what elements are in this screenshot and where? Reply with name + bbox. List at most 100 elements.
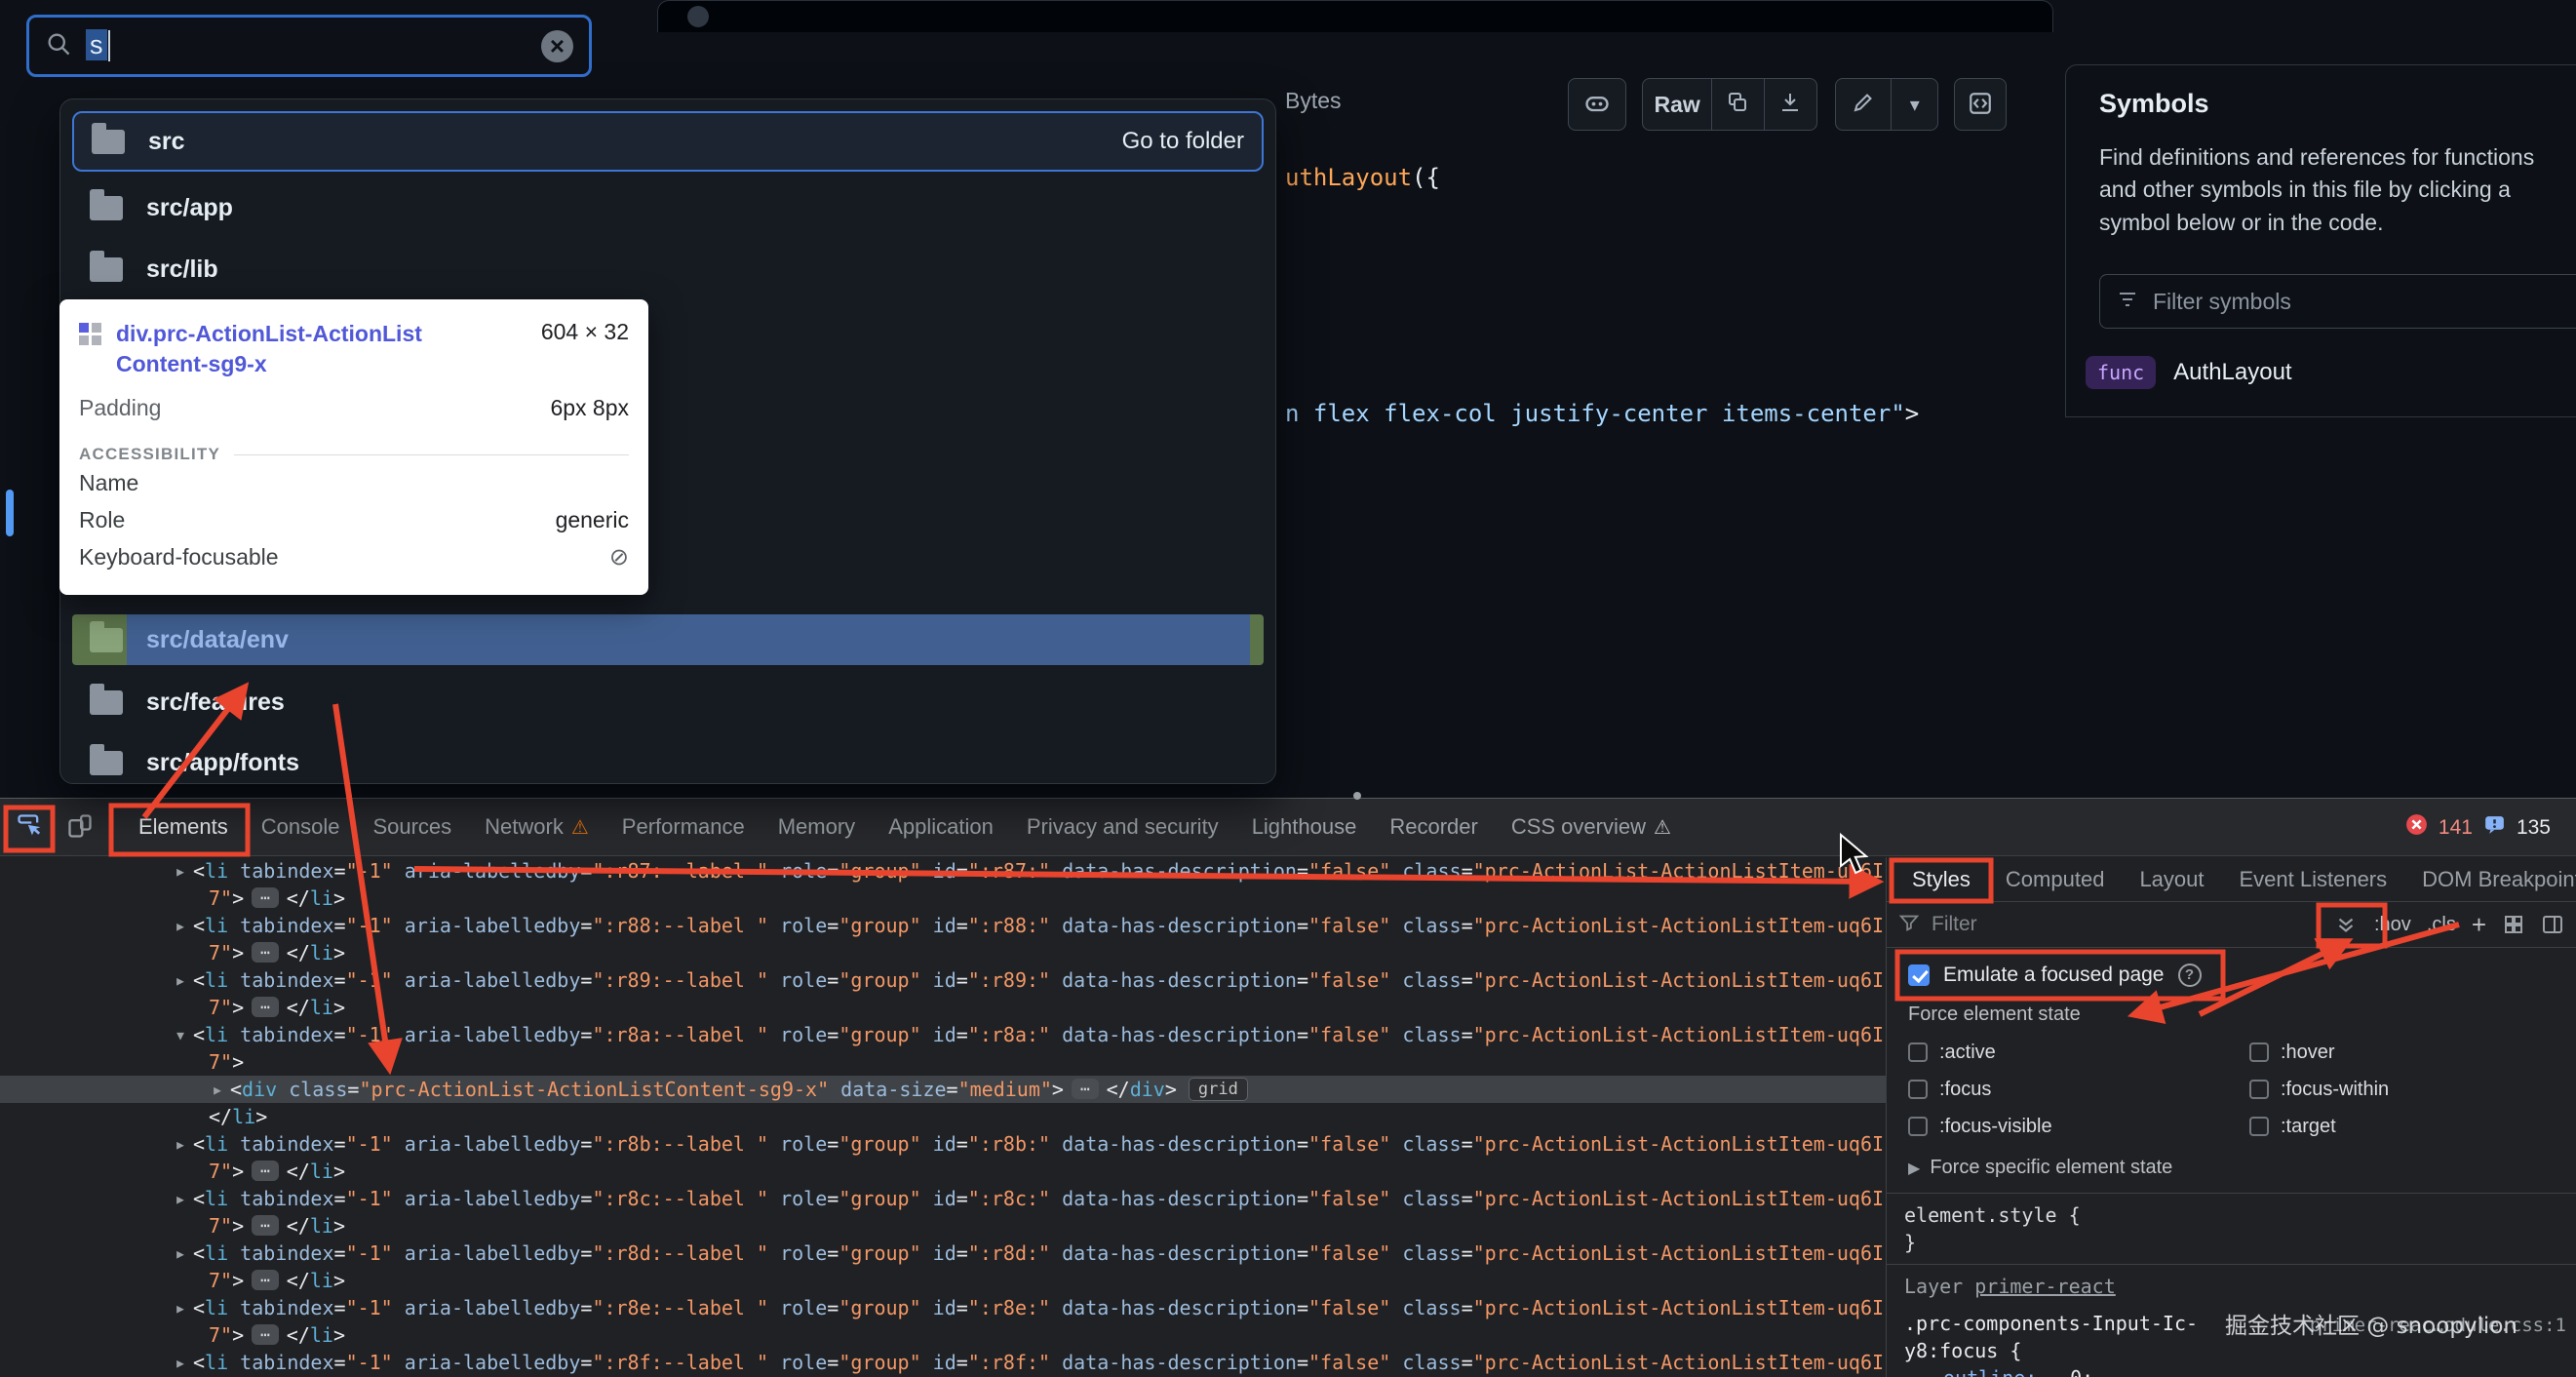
tree-node[interactable]: 7"> ⋯ </li>	[0, 885, 1886, 912]
checkbox[interactable]	[1908, 1117, 1928, 1136]
new-style-rule-button[interactable]: +	[2472, 910, 2486, 940]
sidebar-tab-dom-breakpoints[interactable]: DOM Breakpoints	[2404, 867, 2576, 892]
layer-link[interactable]: primer-react	[1974, 1275, 2116, 1298]
tree-node[interactable]: 7"> ⋯ </li>	[0, 1267, 1886, 1294]
force-specific-state-toggle[interactable]: ▶ Force specific element state	[1887, 1151, 2576, 1194]
toggle-classes-button[interactable]: .cls	[2427, 914, 2456, 936]
emulate-focused-page-row[interactable]: Emulate a focused page ?	[1887, 948, 2576, 1002]
issues-icon[interactable]	[2482, 812, 2507, 843]
finder-row-src-lib[interactable]: src/lib	[72, 244, 1264, 295]
filter-symbols-field[interactable]	[2099, 274, 2576, 329]
copy-raw-button[interactable]	[1712, 79, 1765, 130]
tree-node[interactable]: 7">	[0, 1048, 1886, 1076]
emulate-focused-page-checkbox[interactable]	[1908, 964, 1930, 986]
inline-expand-button[interactable]: ⋯	[252, 1270, 279, 1290]
styles-filter-input[interactable]	[1932, 913, 2166, 936]
tree-node[interactable]: 7"> ⋯ </li>	[0, 1321, 1886, 1349]
tree-node[interactable]: ▸ <li tabindex="-1" aria-labelledby=":r8b…	[0, 1130, 1886, 1158]
symbol-name[interactable]: AuthLayout	[2173, 359, 2291, 386]
copilot-button[interactable]	[1568, 78, 1626, 131]
sidebar-tab-layout[interactable]: Layout	[2122, 867, 2221, 892]
chevron-right-icon[interactable]: ▸	[205, 1076, 230, 1103]
state-toggle-target[interactable]: :target	[2249, 1112, 2576, 1141]
state-toggle-focus-within[interactable]: :focus-within	[2249, 1075, 2576, 1104]
error-count[interactable]: 141	[2439, 816, 2473, 840]
state-toggle-focus[interactable]: :focus	[1908, 1075, 2249, 1104]
checkbox[interactable]	[1908, 1043, 1928, 1062]
tree-node[interactable]: ▾ <li tabindex="-1" aria-labelledby=":r8a…	[0, 1021, 1886, 1048]
collapse-sections-icon[interactable]	[2333, 912, 2359, 937]
devtools-tab-lighthouse[interactable]: Lighthouse	[1235, 799, 1374, 855]
shorthand-expand-icon[interactable]: ▸	[2049, 1370, 2058, 1377]
checkbox[interactable]	[1908, 1080, 1928, 1099]
chevron-right-icon[interactable]: ▸	[168, 1349, 193, 1376]
devtools-tab-memory[interactable]: Memory	[761, 799, 872, 855]
raw-button[interactable]: Raw	[1643, 79, 1713, 130]
tree-node[interactable]: ▸ <li tabindex="-1" aria-labelledby=":r8d…	[0, 1239, 1886, 1267]
devtools-drag-handle[interactable]	[1353, 792, 1361, 800]
inline-expand-button[interactable]: ⋯	[252, 1324, 279, 1345]
tree-node[interactable]: </li>	[0, 1103, 1886, 1130]
inline-expand-button[interactable]: ⋯	[252, 1161, 279, 1181]
edit-button[interactable]	[1836, 79, 1893, 130]
chevron-right-icon[interactable]: ▸	[168, 966, 193, 994]
tree-node[interactable]: ▸ <li tabindex="-1" aria-labelledby=":r89…	[0, 966, 1886, 994]
state-toggle-focus-visible[interactable]: :focus-visible	[1908, 1112, 2249, 1141]
inspect-element-button[interactable]	[8, 806, 51, 848]
tree-node[interactable]: 7"> ⋯ </li>	[0, 1212, 1886, 1239]
device-toolbar-button[interactable]	[59, 806, 101, 848]
inline-expand-button[interactable]: ⋯	[252, 942, 279, 963]
computed-panel-icon[interactable]	[2541, 913, 2564, 936]
header-avatar-icon[interactable]	[687, 6, 709, 27]
devtools-tab-elements[interactable]: Elements	[122, 799, 245, 855]
state-toggle-active[interactable]: :active	[1908, 1038, 2249, 1067]
toggle-hover-states-button[interactable]: :hov	[2374, 914, 2411, 936]
chevron-right-icon[interactable]: ▸	[168, 1239, 193, 1267]
finder-row-src-app-fonts[interactable]: src/app/fonts	[72, 737, 1264, 783]
chevron-right-icon[interactable]: ▸	[168, 912, 193, 939]
checkbox[interactable]	[2249, 1080, 2269, 1099]
finder-row-src-features[interactable]: src/features	[72, 677, 1264, 728]
sidebar-tab-styles[interactable]: Styles	[1894, 867, 1988, 892]
devtools-tab-css-overview[interactable]: CSS overview ⚠	[1495, 799, 1688, 855]
grid-badge[interactable]: grid	[1188, 1078, 1248, 1101]
tree-node[interactable]: ▸ <li tabindex="-1" aria-labelledby=":r8e…	[0, 1294, 1886, 1321]
errors-icon[interactable]	[2404, 812, 2429, 843]
chevron-right-icon[interactable]: ▸	[168, 1185, 193, 1212]
chevron-right-icon[interactable]: ▸	[168, 1130, 193, 1158]
styles-filter-field[interactable]	[1898, 912, 2318, 938]
tree-node[interactable]: ▸ <li tabindex="-1" aria-labelledby=":r88…	[0, 912, 1886, 939]
tree-node-selected[interactable]: ▸ <div class="prc-ActionList-ActionListCo…	[0, 1076, 1886, 1103]
devtools-tab-privacy-and-security[interactable]: Privacy and security	[1010, 799, 1235, 855]
tree-node[interactable]: ▸ <li tabindex="-1" aria-labelledby=":r87…	[0, 857, 1886, 885]
clear-search-button[interactable]: ×	[541, 29, 573, 62]
chevron-down-icon[interactable]: ▾	[168, 1021, 193, 1048]
devtools-tab-application[interactable]: Application	[872, 799, 1010, 855]
css-rule-block[interactable]: primer-reac…odule.css:1 .prc-components-…	[1887, 1308, 2576, 1377]
devtools-tab-performance[interactable]: Performance	[605, 799, 761, 855]
stylesheet-source-link[interactable]: primer-reac…odule.css:1	[2310, 1312, 2566, 1339]
grid-settings-icon[interactable]	[2502, 913, 2525, 936]
devtools-tab-console[interactable]: Console	[245, 799, 357, 855]
inline-expand-button[interactable]: ⋯	[252, 997, 279, 1017]
tree-node[interactable]: ▸ <li tabindex="-1" aria-labelledby=":r8f…	[0, 1349, 1886, 1376]
inline-expand-button[interactable]: ⋯	[252, 887, 279, 908]
sidebar-tab-event-listeners[interactable]: Event Listeners	[2222, 867, 2405, 892]
tree-node[interactable]: 7"> ⋯ </li>	[0, 994, 1886, 1021]
element-style-block[interactable]: element.style { }	[1887, 1194, 2576, 1265]
file-finder-search-input[interactable]: s ×	[26, 15, 592, 77]
sidebar-tab-computed[interactable]: Computed	[1988, 867, 2123, 892]
chevron-right-icon[interactable]: ▸	[168, 857, 193, 885]
tree-node[interactable]: ▸ <li tabindex="-1" aria-labelledby=":r8c…	[0, 1185, 1886, 1212]
checkbox[interactable]	[2249, 1043, 2269, 1062]
chevron-right-icon[interactable]: ▸	[168, 1294, 193, 1321]
inline-expand-button[interactable]: ⋯	[252, 1215, 279, 1236]
finder-row-src[interactable]: src Go to folder	[72, 111, 1264, 172]
devtools-tab-network[interactable]: Network ⚠	[468, 799, 605, 855]
help-icon[interactable]: ?	[2177, 963, 2202, 987]
download-raw-button[interactable]	[1765, 79, 1816, 130]
edit-dropdown-button[interactable]: ▾	[1892, 79, 1937, 130]
finder-row-src-data-env[interactable]: src/data/env	[72, 614, 1264, 665]
tree-node[interactable]: 7"> ⋯ </li>	[0, 1158, 1886, 1185]
finder-row-src-app[interactable]: src/app	[72, 182, 1264, 233]
